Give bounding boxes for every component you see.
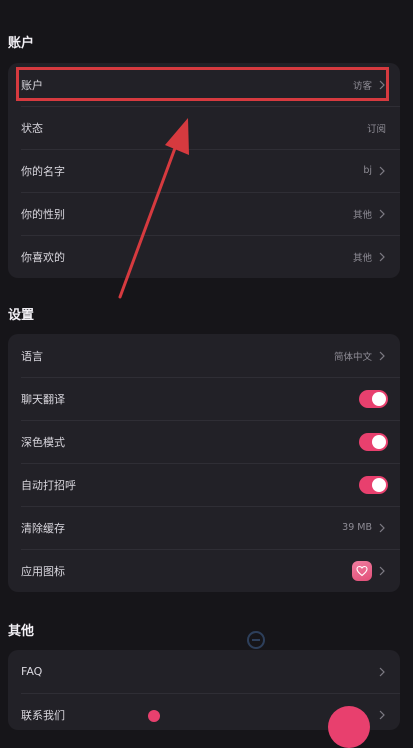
account-card: 账户 访客 状态 订阅 你的名字 bj 你的性别 其他 你喜欢的 其他 (8, 63, 400, 278)
row-label: FAQ (21, 665, 43, 678)
row-value: 简体中文 (333, 351, 372, 363)
name-row[interactable]: 你的名字 bj (8, 149, 400, 192)
toggle-knob (372, 477, 386, 492)
toggle-knob (372, 391, 386, 406)
floating-action-button[interactable] (328, 706, 370, 748)
settings-card: 语言 简体中文 聊天翻译 深色模式 自动打招呼 清除缓存 39 MB 应用图标 (8, 334, 400, 592)
dark-mode-toggle[interactable] (359, 432, 388, 451)
row-label: 你喜欢的 (21, 250, 65, 264)
chevron-right-icon (378, 566, 386, 576)
row-label: 深色模式 (21, 435, 65, 449)
notification-badge (148, 710, 160, 722)
row-label: 你的性别 (21, 207, 65, 221)
row-label: 账户 (21, 78, 43, 92)
row-label: 你的名字 (21, 164, 65, 178)
auto-greeting-toggle[interactable] (359, 475, 388, 494)
row-value: 访客 (352, 80, 372, 92)
faq-row[interactable]: FAQ (8, 650, 400, 693)
row-value: 39 MB (342, 522, 372, 533)
dark-mode-row: 深色模式 (8, 420, 400, 463)
clear-cache-row[interactable]: 清除缓存 39 MB (8, 506, 400, 549)
row-value: 其他 (352, 252, 372, 264)
language-row[interactable]: 语言 简体中文 (8, 334, 400, 377)
app-icon-row[interactable]: 应用图标 (8, 549, 400, 592)
row-label: 状态 (21, 121, 43, 135)
chevron-right-icon (378, 252, 386, 262)
row-value: bj (363, 165, 372, 176)
heart-icon (352, 560, 372, 581)
toggle-knob (372, 434, 386, 449)
other-section-title: 其他 (8, 624, 35, 639)
chevron-right-icon (378, 351, 386, 361)
watermark-logo-icon (246, 630, 266, 650)
row-label: 清除缓存 (21, 521, 65, 535)
row-label: 自动打招呼 (21, 478, 76, 492)
row-label: 应用图标 (21, 564, 65, 578)
preference-row[interactable]: 你喜欢的 其他 (8, 235, 400, 278)
row-value: 其他 (352, 209, 372, 221)
chevron-right-icon (378, 667, 386, 677)
row-label: 聊天翻译 (21, 392, 65, 406)
chevron-right-icon (378, 209, 386, 219)
auto-greeting-row: 自动打招呼 (8, 463, 400, 506)
status-row[interactable]: 状态 订阅 (8, 106, 400, 149)
row-value: 订阅 (366, 123, 386, 135)
chat-translate-row: 聊天翻译 (8, 377, 400, 420)
account-row[interactable]: 账户 访客 (8, 63, 400, 106)
chevron-right-icon (378, 166, 386, 176)
row-label: 联系我们 (21, 708, 65, 722)
gender-row[interactable]: 你的性别 其他 (8, 192, 400, 235)
chat-translate-toggle[interactable] (359, 389, 388, 408)
chevron-right-icon (378, 80, 386, 90)
account-section-title: 账户 (8, 36, 35, 51)
chevron-right-icon (378, 523, 386, 533)
row-label: 语言 (21, 349, 43, 363)
settings-section-title: 设置 (8, 308, 35, 323)
chevron-right-icon (378, 710, 386, 720)
